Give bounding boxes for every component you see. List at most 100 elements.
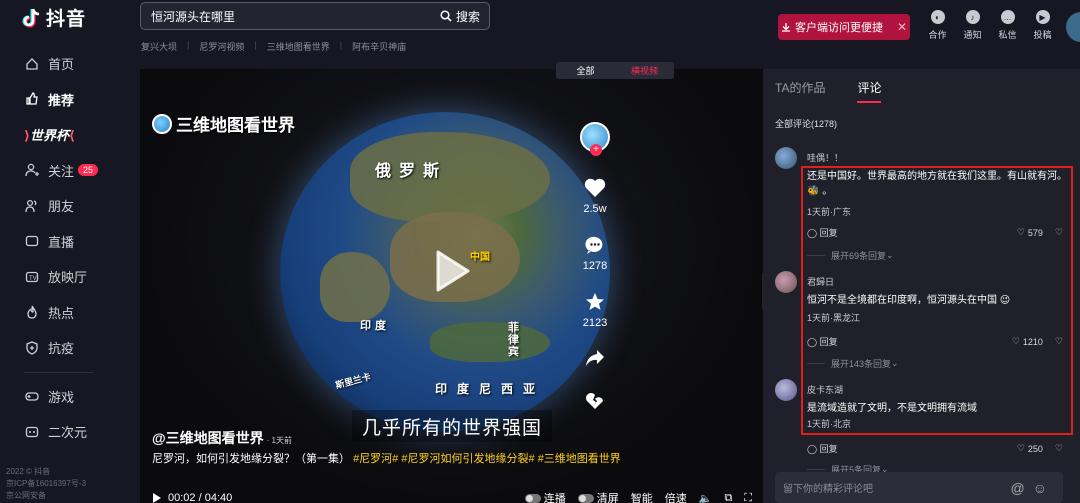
suggestion-item[interactable]: 阿布辛贝神庙 [352,40,406,53]
speed-button[interactable]: 倍速 [665,490,687,503]
suggestion-item[interactable]: 尼罗河视频 [199,40,244,53]
expand-replies[interactable]: 展开69条回复 ⌄ [807,249,894,262]
comment-like-button[interactable]: ♡ 250 [1017,443,1043,454]
sidebar-item-follow[interactable]: 关注 25 [24,153,99,189]
comment-like-button[interactable]: ♡ 579 [1017,227,1043,238]
comment-count: 1278 [582,260,608,272]
quality-button[interactable]: 智能 [631,490,653,503]
play-icon[interactable] [434,249,472,293]
hashtag[interactable]: #尼罗河# [353,453,398,465]
tool-cooperate[interactable]: ◐ 合作 [920,10,955,41]
channel-watermark-icon [152,113,172,134]
client-download-label: 客户端访问更便捷 [794,22,883,34]
sidebar-item-epidemic[interactable]: 抗疫 [24,330,98,366]
video-author[interactable]: @三维地图看世界 · 1天前 [152,428,292,448]
tool-label: 投稿 [1033,30,1052,40]
comment-author[interactable]: 君歸日 [807,275,834,288]
user-avatar[interactable] [1066,12,1080,42]
sidebar-item-anime[interactable]: 二次元 [24,414,98,450]
comment-input[interactable]: 留下你的精彩评论吧 @☺ [775,472,1063,503]
comment-like-button[interactable]: ♡ 1210 [1012,336,1043,347]
autoplay-toggle[interactable]: 连播 [524,490,566,503]
tab-horizontal[interactable]: 横视频 [615,62,674,79]
sidebar-item-recommend[interactable]: 推荐 [24,82,98,118]
reply-icon: ◯ [807,228,818,238]
follow-badge: 25 [78,164,99,177]
avatar[interactable] [775,271,797,293]
comment-total: 全部评论(1278) [775,119,838,129]
volume-icon[interactable]: 🔈 [699,492,713,503]
favorite-button[interactable]: 2123 [583,292,607,329]
reply-label: 回复 [819,337,838,347]
clear-label: 清屏 [596,493,619,503]
hashtag[interactable]: #三维地图看世界 [538,453,621,465]
dislike-icon[interactable]: ♡ [1055,227,1063,238]
reply-icon: ◯ [807,444,818,454]
expand-replies[interactable]: 展开143条回复 ⌄ [807,357,899,370]
comment-author[interactable]: 哇偶！！ [807,151,843,164]
mention-emoji-icons[interactable]: @☺ [1010,480,1055,496]
video-actions: + 2.5w 1278 2123 [580,122,610,415]
reply-button[interactable]: ◯ 回复 [807,442,838,455]
sidebar-item-home[interactable]: 首页 [24,46,98,82]
map-label-india: 印度 [360,320,390,332]
sidebar-item-world-cup[interactable]: ⟩世界杯⟨ [24,117,98,153]
follow-plus-icon[interactable]: + [590,144,602,156]
search-bar: 搜索 [140,2,490,30]
creator-avatar[interactable]: + [580,122,610,156]
tab-all[interactable]: 全部 [556,62,615,79]
comment-icon [585,236,603,254]
comment-button[interactable]: 1278 [583,235,607,272]
video-subtitle: 几乎所有的世界强国 [352,410,553,442]
sidebar-item-label: 首页 [48,57,75,73]
share-button[interactable] [585,349,605,372]
channel-watermark: 三维地图看世界 [152,111,295,136]
clear-screen-toggle[interactable]: 清屏 [577,490,619,503]
reply-button[interactable]: ◯ 回复 [807,226,838,239]
sidebar-item-friends[interactable]: 朋友 [24,188,98,224]
author-name[interactable]: @三维地图看世界 [152,430,264,446]
sidebar-item-live[interactable]: 直播 [24,224,98,260]
not-interested-button[interactable] [585,392,605,415]
tool-message[interactable]: … 私信 [990,10,1025,41]
video-player[interactable]: 俄罗斯 中国 印度 菲律宾 印度尼西亚 斯里兰卡 三维地图看世界 几乎所有的世界… [140,69,763,503]
fullscreen-icon[interactable]: ⛶ [744,492,752,503]
close-icon[interactable]: ✕ [897,20,907,34]
sidebar-item-games[interactable]: 游戏 [24,379,98,415]
like-button[interactable]: 2.5w [583,178,607,215]
map-label-philippines: 菲律宾 [508,322,519,358]
search-input[interactable] [141,9,440,23]
comment-author[interactable]: 皮卡东湖 [807,383,843,396]
suggestion-item[interactable]: 三维地图看世界 [267,40,330,53]
pip-icon[interactable]: ⧉ [724,492,732,503]
reply-label: 回复 [819,228,838,238]
comment-like-count: 250 [1027,443,1043,454]
logo[interactable]: 抖音 [22,4,86,31]
search-button[interactable]: 搜索 [440,8,489,25]
reply-button[interactable]: ◯ 回复 [807,335,838,348]
tab-works[interactable]: TA的作品 [775,79,825,96]
reply-label: 回复 [819,444,838,454]
play-button-icon[interactable] [152,492,162,503]
thumbs-up-icon [24,91,40,107]
share-icon [586,350,604,366]
police-record-text[interactable]: 京公网安备 [6,490,86,502]
comment-meta: 1天前·黑龙江 [807,313,861,323]
avatar[interactable] [775,147,797,169]
description-text: 尼罗河，如何引发地缘分裂？（第一集） [152,453,350,465]
suggestion-item[interactable]: 复兴大坝 [141,40,177,53]
icp-text[interactable]: 京ICP备16016397号-3 [6,478,86,490]
hashtag[interactable]: #尼罗河如何引发地缘分裂# [401,453,534,465]
tab-comments[interactable]: 评论 [857,79,881,96]
sidebar-item-hot[interactable]: 热点 [24,295,98,331]
dislike-icon[interactable]: ♡ [1055,443,1063,454]
tool-upload[interactable]: ▶ 投稿 [1025,10,1060,41]
tool-notification[interactable]: ♪ 通知 [955,10,990,41]
home-icon [24,56,40,72]
avatar[interactable] [775,379,797,401]
client-download-button[interactable]: 客户端访问更便捷 ✕ [778,14,910,40]
gamepad-icon [24,388,40,404]
dislike-icon[interactable]: ♡ [1055,336,1063,347]
sidebar-nav: 首页 推荐 ⟩世界杯⟨ 关注 25 朋友 直播 TV 放映厅 热点 抗疫 游戏 … [24,46,99,450]
sidebar-item-cinema[interactable]: TV 放映厅 [24,259,98,295]
